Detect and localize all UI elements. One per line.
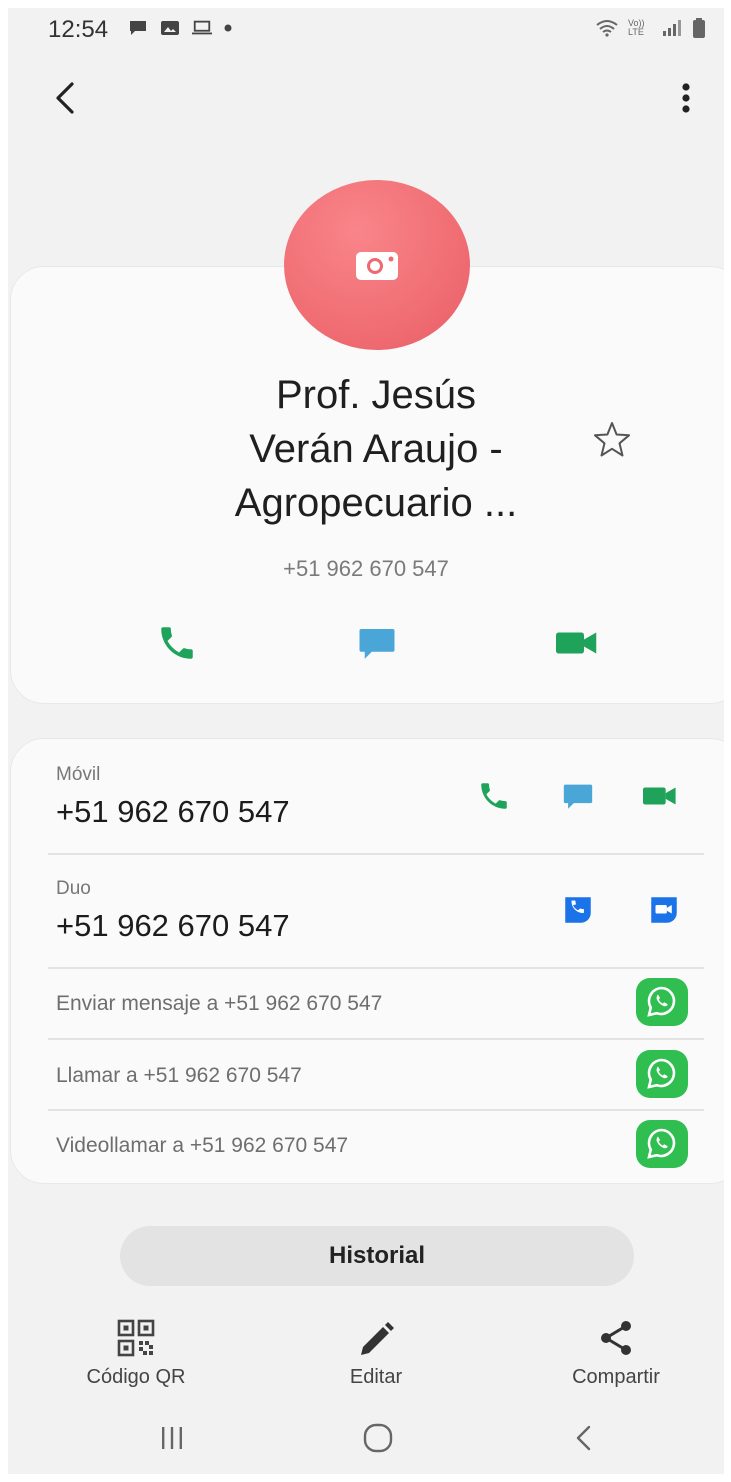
edit-label: Editar: [349, 1366, 403, 1388]
mobile-message-button[interactable]: [558, 778, 598, 814]
signal-icon: [663, 20, 681, 36]
call-button[interactable]: [152, 620, 202, 666]
video-call-button[interactable]: [552, 620, 602, 666]
image-icon: [161, 21, 179, 35]
divider: [48, 853, 704, 855]
more-vert-icon: [682, 83, 690, 113]
star-outline-icon: [594, 422, 630, 457]
contact-name: Prof. Jesús Verán Araujo - Agropecuario …: [158, 368, 594, 530]
phone-icon: [161, 627, 193, 659]
chat-icon: [130, 21, 146, 35]
duo-video-icon: [651, 897, 677, 923]
video-camera-icon: [556, 632, 597, 654]
home-button[interactable]: [348, 1418, 408, 1458]
status-time: 12:54: [48, 16, 109, 43]
phone-icon: [481, 783, 507, 809]
duo-label: Duo: [56, 878, 91, 899]
notification-icons: [128, 20, 232, 36]
whatsapp-call-button[interactable]: [636, 1050, 688, 1098]
share-button[interactable]: Compartir: [536, 1318, 696, 1389]
recent-apps-icon: [162, 1427, 182, 1449]
navigation-bar: [8, 1408, 724, 1468]
more-options-button[interactable]: [668, 80, 704, 116]
divider: [48, 967, 704, 969]
whatsapp-video-label[interactable]: Videollamar a +51 962 670 547: [56, 1134, 348, 1158]
contact-phone: +51 962 670 547: [283, 556, 449, 581]
whatsapp-call-label[interactable]: Llamar a +51 962 670 547: [56, 1064, 302, 1088]
whatsapp-message-label[interactable]: Enviar mensaje a +51 962 670 547: [56, 992, 382, 1016]
name-line: Prof. Jesús: [275, 373, 477, 417]
wifi-icon: [596, 20, 618, 37]
qr-code-icon: [117, 1319, 155, 1357]
camera-icon: [356, 252, 398, 280]
volte-icon: Vo)) LTE: [628, 18, 645, 37]
name-line: Agropecuario ...: [234, 481, 518, 525]
system-status-icons: Vo)) LTE: [596, 18, 706, 38]
qr-code-button[interactable]: Código QR: [56, 1318, 216, 1389]
back-button[interactable]: [48, 80, 84, 116]
battery-icon: [693, 18, 705, 38]
laptop-icon: [192, 20, 212, 35]
home-icon: [363, 1423, 393, 1453]
chevron-left-icon: [56, 82, 74, 114]
mobile-call-button[interactable]: [474, 778, 514, 814]
contact-screen: 12:54 Vo)) LTE Prof. Jesús Verán Araujo …: [8, 8, 724, 1474]
message-button[interactable]: [352, 620, 402, 666]
duo-number[interactable]: +51 962 670 547: [56, 908, 290, 944]
mobile-number[interactable]: +51 962 670 547: [56, 794, 290, 830]
recent-apps-button[interactable]: [142, 1418, 202, 1458]
duo-call-icon: [565, 897, 591, 923]
duo-video-button[interactable]: [644, 892, 684, 928]
nav-back-icon: [576, 1425, 591, 1451]
history-button[interactable]: Historial: [120, 1226, 634, 1286]
message-icon: [359, 629, 395, 659]
video-camera-icon: [643, 787, 676, 805]
dot-icon: [224, 24, 232, 32]
whatsapp-icon: [647, 986, 676, 1017]
nav-back-button[interactable]: [554, 1418, 614, 1458]
pencil-icon: [361, 1322, 394, 1355]
whatsapp-icon: [647, 1128, 676, 1159]
mobile-video-button[interactable]: [640, 778, 680, 814]
status-bar: 12:54 Vo)) LTE: [8, 8, 724, 52]
edit-button[interactable]: Editar: [296, 1318, 456, 1389]
whatsapp-icon: [647, 1058, 676, 1089]
divider: [48, 1109, 704, 1111]
qr-code-label: Código QR: [86, 1366, 186, 1388]
top-bar: [8, 68, 724, 128]
favorite-button[interactable]: [592, 420, 632, 460]
message-icon: [563, 784, 593, 809]
name-line: Verán Araujo -: [249, 427, 503, 471]
divider: [48, 1038, 704, 1040]
mobile-label: Móvil: [56, 764, 101, 785]
whatsapp-video-button[interactable]: [636, 1120, 688, 1168]
avatar[interactable]: [284, 180, 470, 350]
share-label: Compartir: [572, 1366, 660, 1388]
share-icon: [601, 1321, 631, 1355]
whatsapp-message-button[interactable]: [636, 978, 688, 1026]
duo-call-button[interactable]: [558, 892, 598, 928]
